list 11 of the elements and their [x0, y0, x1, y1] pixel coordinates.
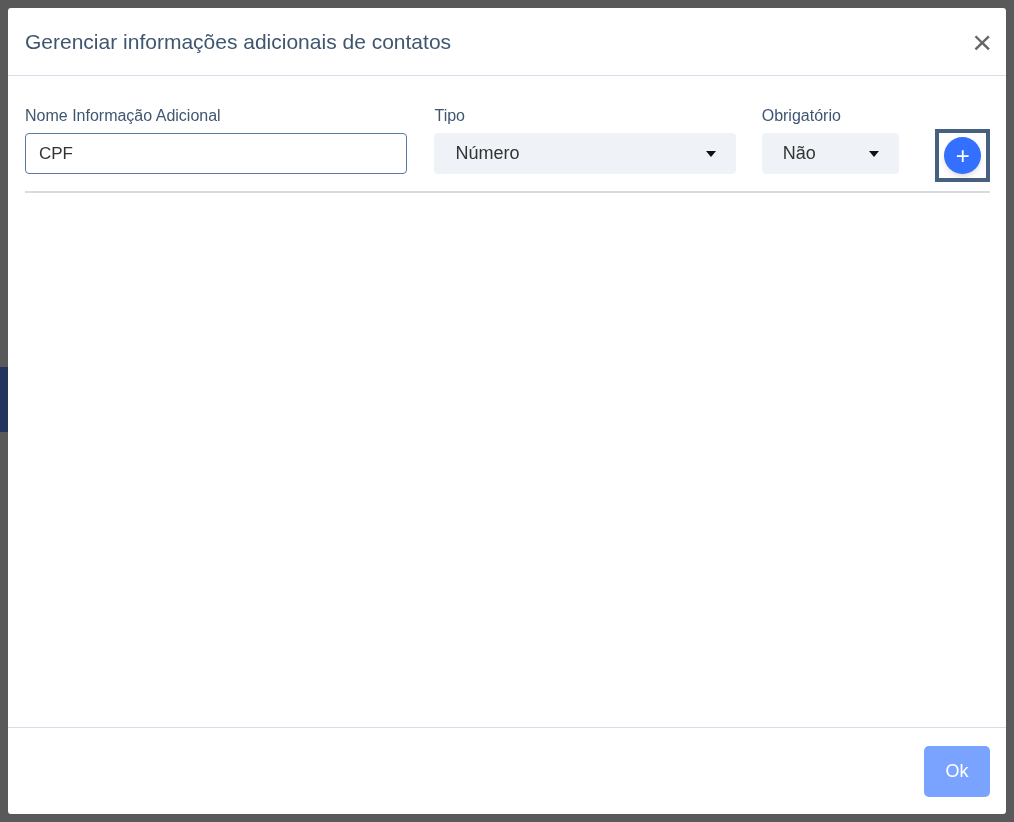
dropdown[interactable]: Número: [434, 133, 736, 174]
dropdown[interactable]: Não: [761, 133, 900, 174]
dialog-title: Gerenciar informações adicionais de contatos: [25, 28, 452, 55]
field-label: Tipo: [434, 106, 466, 126]
add-button[interactable]: +: [944, 137, 982, 174]
close-button[interactable]: ×: [972, 24, 992, 59]
caret-icon: [705, 150, 716, 157]
field-label: Nome Informação Adicional: [25, 106, 222, 126]
caret-icon: [869, 150, 880, 157]
field-label: Obrigatório: [761, 106, 842, 126]
text-field[interactable]: CPF: [25, 133, 408, 174]
